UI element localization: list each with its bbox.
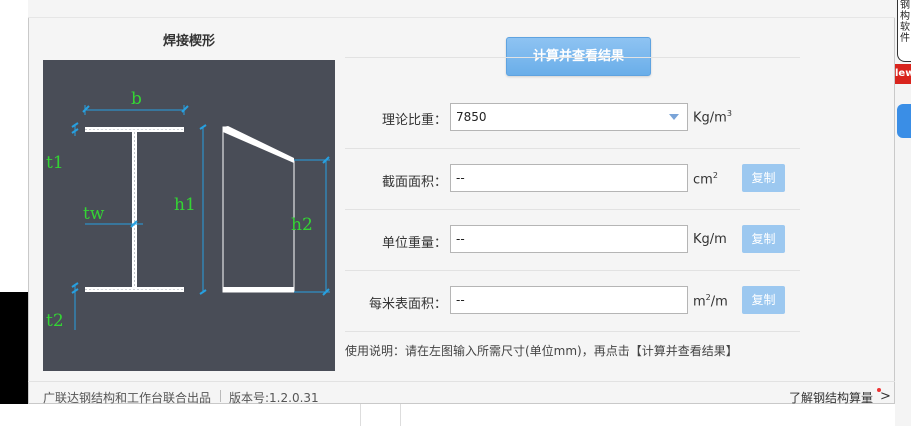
weight-unit: Kg/m	[693, 232, 727, 247]
section-title: 焊接楔形	[162, 34, 215, 49]
label-tw[interactable]: tw	[83, 204, 105, 224]
dialog-title-bar[interactable]	[28, 0, 895, 18]
label-h1[interactable]: h1	[174, 195, 196, 215]
divider	[345, 331, 800, 332]
area-unit: cm2	[693, 171, 718, 188]
chevron-right-icon[interactable]: >	[880, 389, 891, 404]
footer-separator	[220, 390, 221, 402]
label-b[interactable]: b	[131, 89, 142, 109]
section-drawing: b t1 tw h1 h2 t2	[46, 89, 330, 331]
area-label: 截面面积：	[381, 175, 447, 190]
wedge-top-flange	[223, 126, 294, 163]
label-h2[interactable]: h2	[291, 215, 313, 235]
background-divider	[400, 404, 401, 426]
weight-label: 单位重量：	[381, 236, 447, 251]
learn-more-link[interactable]: 了解钢结构算量	[789, 389, 873, 406]
copy-surface-button[interactable]: 复制	[742, 286, 785, 314]
background-note: 钢 构 软 件	[897, 0, 911, 62]
density-select[interactable]: 7850	[450, 103, 688, 131]
copy-area-button[interactable]: 复制	[742, 164, 785, 192]
divider	[345, 57, 800, 58]
wedge-bottom-flange	[223, 287, 294, 292]
background-black-panel	[0, 292, 28, 404]
density-label: 理论比重：	[381, 113, 447, 128]
label-t1[interactable]: t1	[46, 153, 64, 173]
version-label: 版本号:1.2.0.31	[229, 391, 319, 405]
surface-label: 每米表面积：	[368, 297, 447, 312]
area-field[interactable]: --	[450, 164, 688, 192]
weight-field[interactable]: --	[450, 225, 688, 253]
divider	[345, 270, 800, 271]
divider	[345, 209, 800, 210]
footer-credits: 广联达钢结构和工作台联合出品	[43, 391, 212, 405]
background-blue-tab[interactable]	[897, 104, 911, 138]
background-divider	[360, 404, 361, 426]
density-value: 7850	[456, 110, 487, 124]
wedge-outline	[222, 126, 295, 293]
surface-field[interactable]: --	[450, 286, 688, 314]
label-t2[interactable]: t2	[46, 311, 64, 331]
copy-weight-button[interactable]: 复制	[742, 225, 785, 253]
divider	[345, 148, 800, 149]
surface-unit: m2/m	[693, 293, 728, 310]
background-red-tag: lew	[895, 64, 911, 84]
section-diagram: b t1 tw h1 h2 t2	[43, 60, 335, 371]
density-unit: Kg/m3	[693, 109, 732, 126]
chevron-down-icon[interactable]	[669, 114, 679, 120]
usage-instructions: 使用说明：请在左图输入所需尺寸(单位mm)，再点击【计算并查看结果】	[345, 344, 738, 358]
